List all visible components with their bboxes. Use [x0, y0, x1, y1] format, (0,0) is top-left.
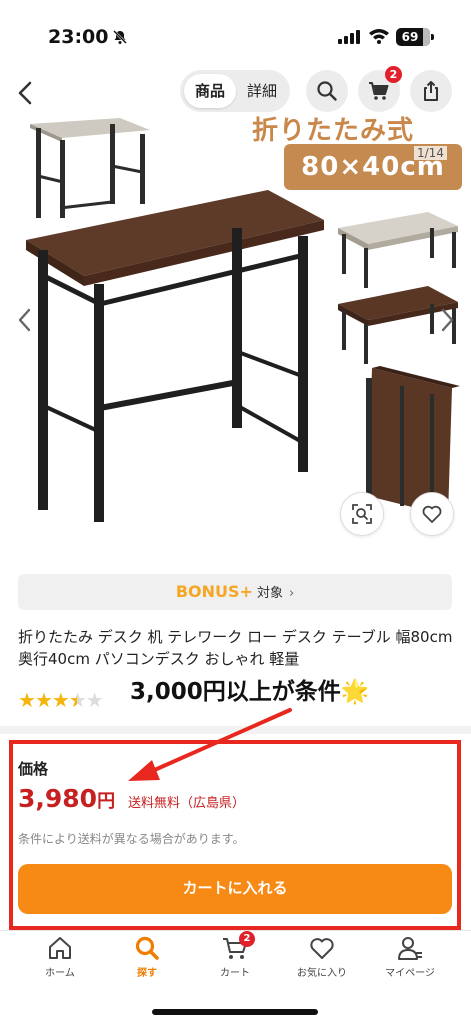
- cart-icon: [369, 82, 389, 100]
- bell-off-icon: [113, 30, 127, 44]
- annotation-text: 3,000円以上が条件: [130, 679, 341, 705]
- tab-label: ホーム: [45, 968, 75, 979]
- status-time: 23:00: [48, 26, 109, 48]
- sparkle-star-icon: 🌟: [340, 679, 370, 705]
- lens-icon: [352, 504, 372, 524]
- product-detail-switch: 商品 詳細: [180, 70, 290, 112]
- cart-count-badge: 2: [239, 931, 255, 947]
- heart-icon: [422, 505, 442, 523]
- search-icon: [317, 81, 337, 101]
- cart-button[interactable]: 2: [358, 66, 402, 112]
- star-icon: ★: [34, 688, 53, 712]
- rating-stars[interactable]: ★★★★★★: [18, 688, 104, 712]
- search-button[interactable]: [306, 70, 348, 112]
- tab-cart[interactable]: 2 カート: [195, 931, 275, 979]
- bonus-plus-banner[interactable]: BONUS+ 対象 ›: [18, 574, 452, 610]
- bonus-label: 対象: [256, 586, 283, 601]
- cart-count-badge: 2: [385, 66, 402, 83]
- tab-favorites[interactable]: お気に入り: [282, 935, 362, 979]
- half-star-icon: ★★: [68, 688, 87, 712]
- star-icon: ★: [85, 688, 104, 712]
- tab-product[interactable]: 商品: [184, 74, 236, 108]
- tab-label: 探す: [137, 968, 157, 979]
- next-image-icon[interactable]: [436, 306, 458, 334]
- product-image-gallery[interactable]: 折りたたみ式 80×40cm 1/14: [0, 116, 471, 566]
- bonus-brand: BONUS+: [175, 582, 253, 601]
- chevron-right-icon: ›: [288, 586, 295, 601]
- top-nav: 商品 詳細 2: [0, 66, 471, 116]
- star-icon: ★: [18, 688, 36, 712]
- favorite-button[interactable]: [410, 492, 454, 536]
- annotation-label: 3,000円以上が条件🌟: [126, 670, 374, 708]
- person-icon: [398, 937, 422, 960]
- tab-mypage[interactable]: マイページ: [370, 935, 450, 979]
- tab-label: お気に入り: [297, 968, 347, 979]
- bottom-tab-bar: ホーム 探す 2 カート お気に入り マイページ: [0, 930, 471, 1024]
- share-icon: [424, 81, 438, 101]
- star-icon: ★: [51, 688, 70, 712]
- battery-indicator: 69: [396, 28, 434, 46]
- back-chevron-icon[interactable]: [12, 76, 40, 110]
- tab-search[interactable]: 探す: [107, 935, 187, 979]
- status-bar: 23:00 69: [0, 0, 471, 70]
- share-button[interactable]: [410, 70, 452, 112]
- section-divider: [0, 726, 471, 734]
- tab-label: マイページ: [385, 968, 435, 979]
- tab-home[interactable]: ホーム: [20, 935, 100, 979]
- tab-label: カート: [220, 968, 250, 979]
- search-icon: [135, 936, 159, 960]
- home-indicator: [152, 1009, 318, 1015]
- product-title: 折りたたみ デスク 机 テレワーク ロー デスク テーブル 幅80cm 奥行40…: [18, 628, 453, 666]
- tab-detail[interactable]: 詳細: [236, 74, 288, 108]
- battery-level: 69: [401, 30, 419, 44]
- size-banner-text: 折りたたみ式: [252, 116, 415, 146]
- heart-icon: [310, 938, 334, 959]
- home-icon: [49, 937, 71, 959]
- signal-icon: [338, 30, 360, 44]
- image-page-indicator: 1/14: [414, 146, 447, 160]
- wifi-icon: [369, 29, 389, 44]
- highlight-box: [9, 740, 461, 930]
- image-search-button[interactable]: [340, 492, 384, 536]
- prev-image-icon[interactable]: [14, 306, 36, 334]
